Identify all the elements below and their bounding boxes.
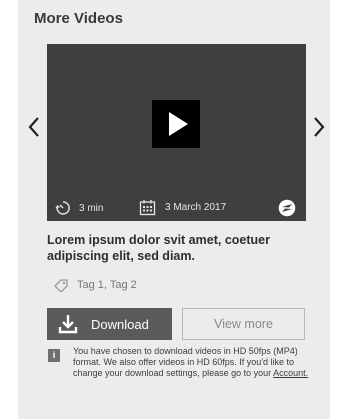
account-link[interactable]: Account. xyxy=(273,368,308,378)
chevron-right-icon xyxy=(314,117,325,137)
play-icon xyxy=(169,112,188,136)
download-notice: You have chosen to download videos in HD… xyxy=(73,346,309,379)
video-description: Lorem ipsum dolor svit amet, coetuer adi… xyxy=(47,233,270,263)
video-player[interactable]: 3 min 3 March 2017 xyxy=(47,44,306,221)
tag-icon xyxy=(54,279,68,292)
timer-icon xyxy=(55,201,70,215)
next-button[interactable] xyxy=(312,116,326,138)
play-button[interactable] xyxy=(152,100,200,148)
chevron-left-icon xyxy=(28,117,39,137)
calendar-icon xyxy=(139,200,156,216)
view-more-button[interactable]: View more xyxy=(182,308,305,340)
tag-list: Tag 1, Tag 2 xyxy=(53,278,137,292)
share-icon xyxy=(278,199,296,217)
video-info-bar: 3 min 3 March 2017 xyxy=(47,195,306,221)
info-icon: i xyxy=(48,349,60,362)
publish-date: 3 March 2017 xyxy=(139,199,226,216)
duration-text: 3 min xyxy=(79,202,104,214)
download-label: Download xyxy=(91,316,149,332)
previous-button[interactable] xyxy=(27,116,41,138)
download-button[interactable]: Download xyxy=(47,308,172,340)
date-text: 3 March 2017 xyxy=(165,202,227,213)
section-title: More Videos xyxy=(34,10,123,27)
share-button[interactable] xyxy=(278,199,296,217)
notice-text: You have chosen to download videos in HD… xyxy=(73,346,298,378)
duration: 3 min xyxy=(55,200,103,216)
download-icon xyxy=(58,315,78,334)
tags-text: Tag 1, Tag 2 xyxy=(77,279,137,291)
